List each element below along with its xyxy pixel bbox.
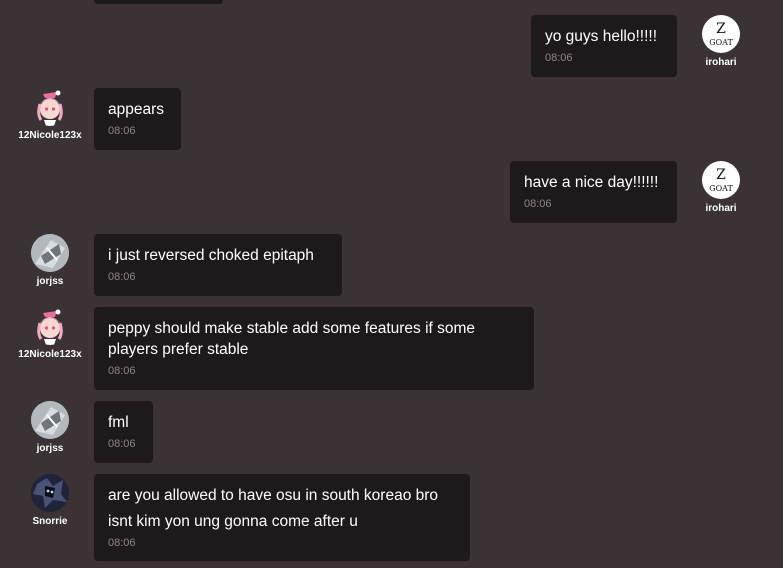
message-timestamp: 08:06 <box>108 537 136 549</box>
user-12nicole123x[interactable]: 12Nicole123x <box>8 88 92 141</box>
message-timestamp: 08:06 <box>108 438 136 450</box>
username[interactable]: 12Nicole123x <box>8 349 92 360</box>
goat-icon[interactable]: Z GOAT <box>702 161 740 199</box>
message-timestamp: 08:06 <box>108 125 136 137</box>
user-12nicole123x[interactable]: 12Nicole123x <box>8 307 92 360</box>
user-irohari[interactable]: Z GOAT irohari <box>679 15 763 68</box>
goat-icon[interactable]: Z GOAT <box>702 15 740 53</box>
chat-log: yo guys hello!!!!! 08:06 Z GOAT irohari <box>0 0 783 568</box>
username[interactable]: Snorrie <box>8 516 92 527</box>
gray-character-avatar[interactable] <box>31 234 69 272</box>
anime-girl-avatar[interactable] <box>31 88 69 126</box>
message-bubble: i just reversed choked epitaph 08:06 <box>94 234 342 296</box>
message-bubble-partial <box>94 0 223 4</box>
username[interactable]: irohari <box>679 57 763 68</box>
message-text: fml <box>108 414 129 431</box>
gray-character-avatar[interactable] <box>31 401 69 439</box>
message-bubble: appears 08:06 <box>94 88 181 150</box>
goat-letter: Z <box>716 167 726 183</box>
username[interactable]: jorjss <box>8 443 92 454</box>
message-text: appears <box>108 101 165 118</box>
message-bubble-own: yo guys hello!!!!! 08:06 <box>531 15 677 77</box>
user-snorrie[interactable]: Snorrie <box>8 474 92 527</box>
goat-text: GOAT <box>709 184 733 193</box>
message-text: peppy should make stable add some featur… <box>108 320 476 358</box>
message-timestamp: 08:06 <box>108 271 136 283</box>
username[interactable]: jorjss <box>8 276 92 287</box>
user-jorjss[interactable]: jorjss <box>8 234 92 287</box>
user-jorjss[interactable]: jorjss <box>8 401 92 454</box>
user-irohari[interactable]: Z GOAT irohari <box>679 161 763 214</box>
message-timestamp: 08:06 <box>524 198 552 210</box>
username[interactable]: 12Nicole123x <box>8 130 92 141</box>
message-text: i just reversed choked epitaph <box>108 247 314 264</box>
username[interactable]: irohari <box>679 203 763 214</box>
message-bubble: are you allowed to have osu in south kor… <box>94 474 470 561</box>
goat-text: GOAT <box>709 38 733 47</box>
message-bubble-own: have a nice day!!!!!! 08:06 <box>510 161 677 223</box>
message-text: have a nice day!!!!!! <box>524 174 659 191</box>
message-timestamp: 08:06 <box>545 52 573 64</box>
goat-letter: Z <box>716 21 726 37</box>
dark-character-avatar[interactable] <box>31 474 69 512</box>
message-bubble: peppy should make stable add some featur… <box>94 307 534 390</box>
message-text: yo guys hello!!!!! <box>545 28 658 45</box>
message-timestamp: 08:06 <box>108 365 136 377</box>
message-bubble: fml 08:06 <box>94 401 153 463</box>
message-text: are you allowed to have osu in south kor… <box>108 487 439 530</box>
anime-girl-avatar[interactable] <box>31 307 69 345</box>
